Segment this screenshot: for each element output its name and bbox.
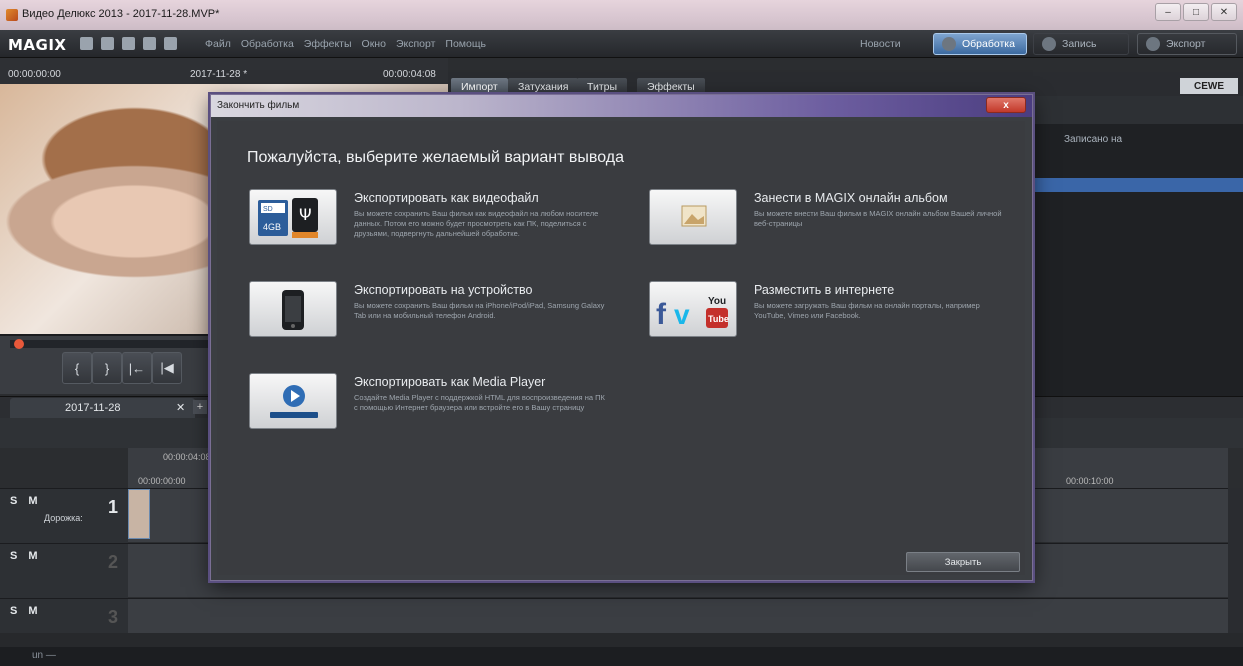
svg-text:Tube: Tube [708,314,729,324]
timeline-tab-close-icon[interactable]: ✕ [176,401,185,414]
option-title: Экспортировать на устройство [354,283,533,297]
export-icon [1146,37,1160,51]
help-icon[interactable] [164,37,177,50]
close-window-button[interactable]: ✕ [1211,3,1237,21]
window-title: Видео Делюкс 2013 - 2017-11-28.MVP* [22,8,220,20]
settings-icon[interactable] [143,37,156,50]
option-title: Занести в MAGIX онлайн альбом [754,191,948,205]
smartphone-icon[interactable] [249,281,337,337]
close-button[interactable]: Закрыть [906,552,1020,572]
track-number: 2 [108,552,119,572]
go-to-in-button[interactable]: |← [122,352,152,384]
menu-file[interactable]: Файл [205,38,231,50]
open-file-icon[interactable] [101,37,114,50]
selected-row[interactable] [1033,178,1243,192]
menu-effects[interactable]: Эффекты [304,38,352,50]
track-number: 1 [108,497,119,517]
track-buttons[interactable]: S M [10,550,42,562]
magix-logo: MAGIX [8,36,67,54]
finish-movie-dialog: Закончить фильм x Пожалуйста, выберите ж… [210,94,1033,581]
option-description: Вы можете внести Ваш фильм в MAGIX онлай… [754,209,1002,228]
mode-record-button[interactable]: Запись [1033,33,1129,55]
timeline-vertical-scrollbar[interactable] [1228,488,1243,633]
timeline-horizontal-scrollbar[interactable] [0,633,1243,647]
menu-window[interactable]: Окно [362,38,386,50]
ruler-mark: 00:00:10:00 [1066,476,1114,486]
cewe-badge[interactable]: CEWE [1180,78,1238,94]
option-description: Вы можете сохранить Ваш фильм на iPhone/… [354,301,605,320]
record-icon [1042,37,1056,51]
option-description: Создайте Media Player с поддержкой HTML … [354,393,605,412]
track-header: S M 2 [0,544,128,598]
social-video-icon[interactable]: f v You Tube [649,281,737,337]
track-buttons[interactable]: S M [10,495,42,507]
window-titlebar: Видео Делюкс 2013 - 2017-11-28.MVP* – □ … [0,0,1243,30]
dialog-heading: Пожалуйста, выберите желаемый вариант вы… [247,149,624,166]
playhead-marker[interactable] [14,339,24,349]
track-header: S M 3 [0,599,128,634]
svg-text:f: f [656,298,667,331]
option-title: Разместить в интернете [754,283,895,297]
timeline-tab-label: 2017-11-28 [65,402,121,414]
ruler-mark: 00:00:00:00 [138,476,186,486]
status-bar: un — [0,647,1243,666]
add-timeline-button[interactable]: + [193,400,207,414]
menubar: MAGIX Файл Обработка Эффекты Окно Экспор… [0,30,1243,58]
track-buttons[interactable]: S M [10,605,42,617]
news-link[interactable]: Новости [860,38,901,50]
main-menu: Файл Обработка Эффекты Окно Экспорт Помо… [205,38,486,50]
set-out-point-button[interactable]: } [92,352,122,384]
option-description: Вы можете сохранить Ваш фильм как видеоф… [354,209,599,238]
minimize-button[interactable]: – [1155,3,1181,21]
svg-text:Ψ: Ψ [299,205,312,224]
mode-processing-label: Обработка [962,38,1015,50]
track-number: 3 [108,607,119,627]
svg-text:You: You [708,296,726,307]
maximize-button[interactable]: □ [1183,3,1209,21]
status-text: un — [32,650,56,661]
processing-icon [942,37,956,51]
track-header: S M 1 Дорожка: [0,489,128,543]
menu-edit[interactable]: Обработка [241,38,294,50]
media-player-icon[interactable] [249,373,337,429]
save-icon[interactable] [122,37,135,50]
menu-help[interactable]: Помощь [445,38,486,50]
dialog-body: Пожалуйста, выберите желаемый вариант вы… [217,121,1025,575]
svg-text:v: v [674,299,690,330]
app-icon [6,9,18,21]
new-file-icon[interactable] [80,37,93,50]
timecode-position: 00:00:00:00 [8,69,61,80]
project-name: 2017-11-28 * [190,69,248,80]
mode-processing-button[interactable]: Обработка [933,33,1027,55]
set-in-point-button[interactable]: { [62,352,92,384]
dialog-titlebar: Закончить фильм x [211,95,1032,117]
timecode-duration: 00:00:04:08 [383,69,436,80]
dialog-close-icon[interactable]: x [986,97,1026,113]
photo-album-icon[interactable] [649,189,737,245]
svg-text:SD: SD [263,206,273,213]
mode-record-label: Запись [1062,38,1097,50]
video-clip[interactable] [128,489,150,539]
go-to-start-button[interactable]: |◀ [152,352,182,384]
column-recorded[interactable]: Записано на [1064,134,1122,145]
option-description: Вы можете загружать Ваш фильм на онлайн … [754,301,980,320]
option-title: Экспортировать как Media Player [354,375,546,389]
track-3[interactable]: S M 3 [0,598,1228,634]
dialog-title: Закончить фильм [217,100,300,111]
sd-usb-icon[interactable]: SD 4GB Ψ [249,189,337,245]
option-title: Экспортировать как видеофайл [354,191,539,205]
mode-export-label: Экспорт [1166,38,1206,50]
ruler-mark: 00:00:04:08 [163,452,211,462]
svg-text:4GB: 4GB [263,222,281,232]
menu-export[interactable]: Экспорт [396,38,435,50]
track-label: Дорожка: [44,513,83,523]
mode-export-button[interactable]: Экспорт [1137,33,1237,55]
